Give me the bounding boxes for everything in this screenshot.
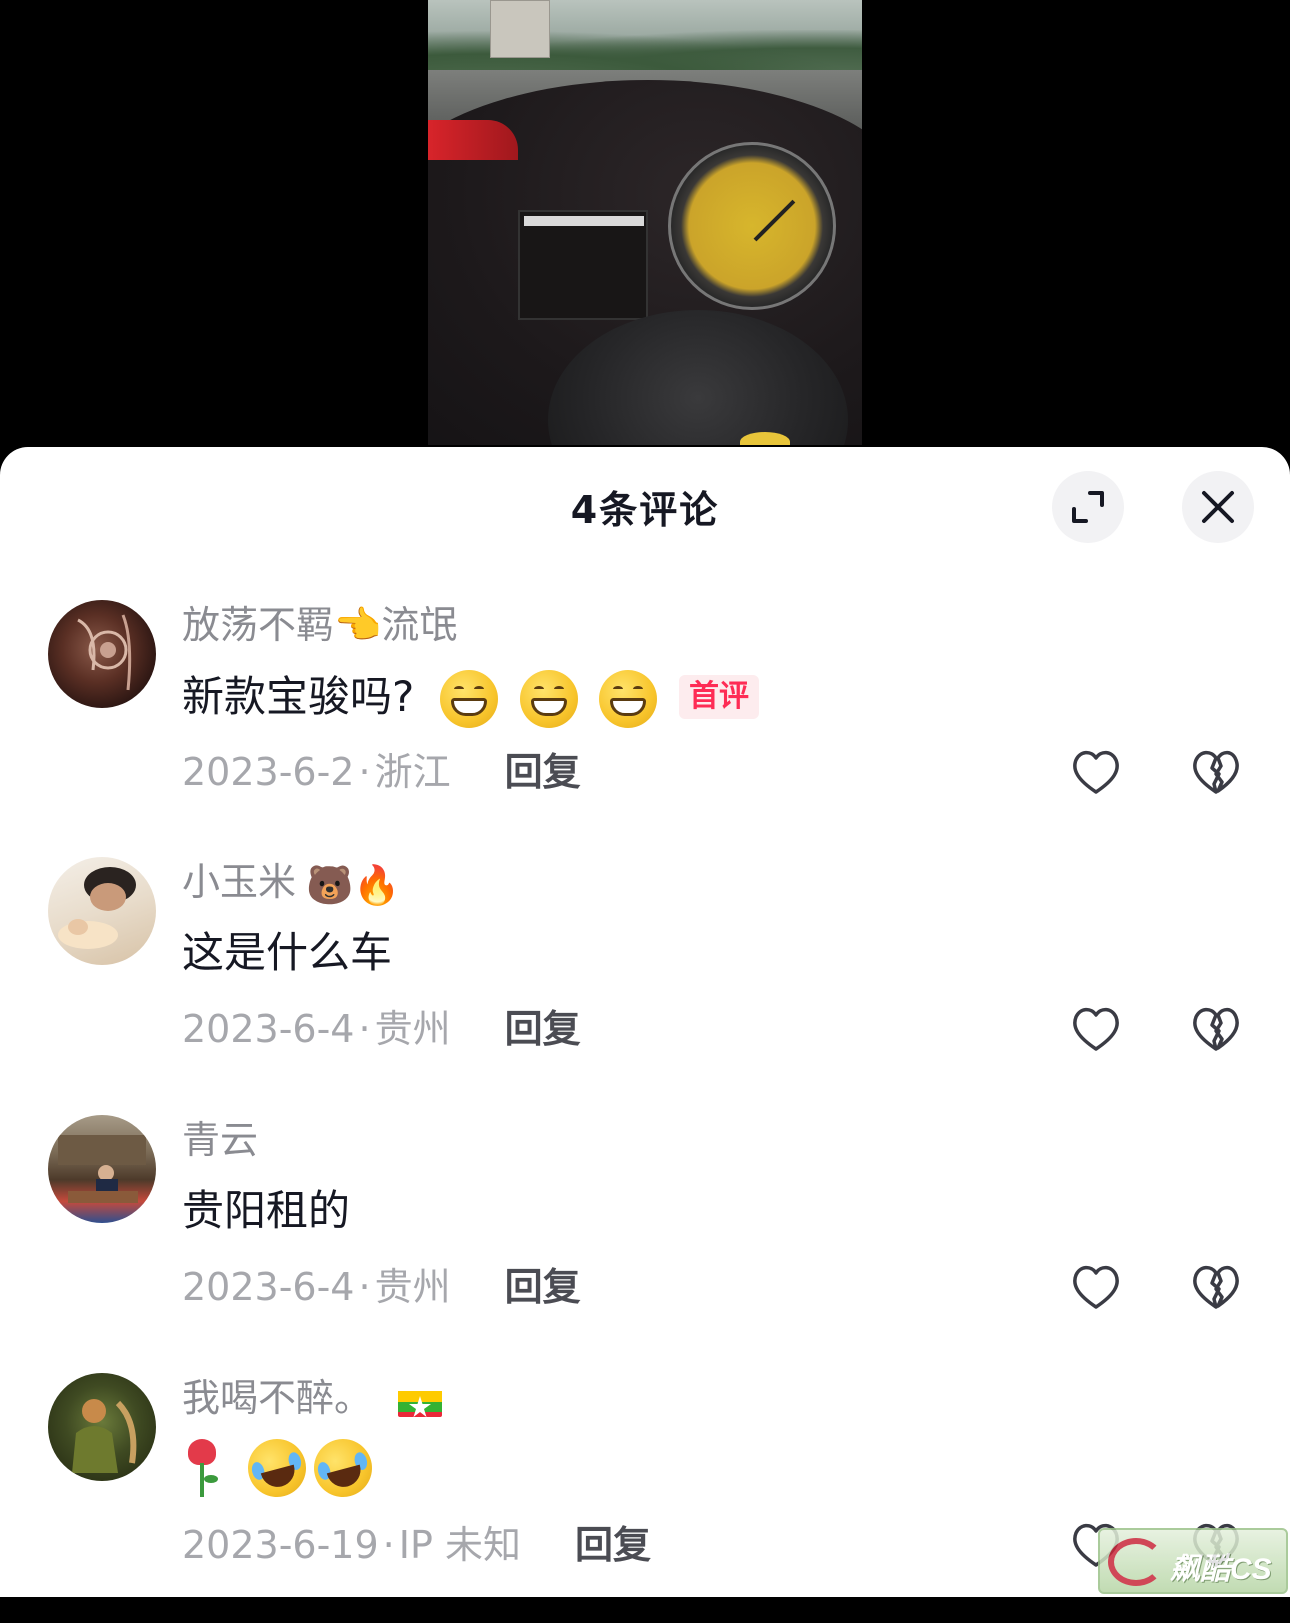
grin-emoji	[519, 669, 578, 728]
comment-date: 2023-6-4	[182, 1007, 355, 1051]
reply-button[interactable]: 回复	[505, 999, 581, 1059]
video-dash-screen	[518, 210, 648, 320]
comment-location: 贵州	[374, 1007, 451, 1051]
comment-username-text: 小玉米	[182, 860, 297, 904]
avatar-hand-tattoo-art	[77, 614, 132, 691]
comment-username[interactable]: 放荡不羁👈流氓	[182, 600, 457, 650]
broken-heart-icon	[1193, 1007, 1239, 1051]
comment-text	[182, 1432, 379, 1504]
dislike-button[interactable]	[1188, 744, 1244, 800]
comment-text: 贵阳租的	[182, 1186, 351, 1235]
reply-button[interactable]: 回复	[505, 1257, 581, 1317]
comment-location: 浙江	[374, 750, 451, 794]
comment-date: 2023-6-2	[182, 750, 355, 794]
meta-separator: ·	[358, 1265, 371, 1309]
heart-icon	[1073, 1265, 1119, 1309]
comment-username[interactable]: 小玉米 🐻🔥	[182, 857, 401, 910]
avatar-photo	[58, 867, 136, 949]
comment-text: 新款宝骏吗? 首评	[182, 666, 760, 728]
avatar[interactable]	[48, 1115, 156, 1223]
video-wheel-logo	[740, 432, 790, 445]
comment-date: 2023-6-4	[182, 1265, 355, 1309]
avatar[interactable]	[48, 1373, 156, 1481]
comment-item: 青云 贵阳租的 2023-6-4 · 贵州 回复	[0, 1115, 1290, 1365]
comment-location: 贵州	[374, 1265, 451, 1309]
reply-button[interactable]: 回复	[505, 742, 581, 802]
comment-text-body: 新款宝骏吗?	[182, 671, 415, 721]
grin-emoji	[599, 669, 658, 728]
avatar[interactable]	[48, 857, 156, 965]
video-tachometer	[668, 142, 836, 310]
close-button[interactable]	[1182, 471, 1254, 543]
heart-icon	[1073, 1007, 1119, 1051]
video-player[interactable]	[428, 0, 862, 445]
reply-button[interactable]: 回复	[575, 1515, 651, 1575]
expand-icon	[1072, 491, 1104, 523]
comment-item: 放荡不羁👈流氓 新款宝骏吗? 首评 2023-6-2 · 浙江 回复	[0, 600, 1290, 850]
grin-emoji	[440, 669, 499, 728]
comment-meta: 2023-6-2 · 浙江 回复	[182, 742, 581, 802]
broken-heart-icon	[1193, 1265, 1239, 1309]
video-building	[490, 0, 550, 58]
like-button[interactable]	[1068, 1259, 1124, 1315]
video-car-body	[428, 120, 518, 160]
comment-meta: 2023-6-4 · 贵州 回复	[182, 999, 581, 1059]
comment-username[interactable]: 我喝不醉。	[182, 1373, 443, 1423]
comment-username[interactable]: 青云	[182, 1115, 258, 1165]
avatar[interactable]	[48, 600, 156, 708]
close-icon	[1202, 491, 1234, 523]
grin-emoji-group	[440, 666, 665, 728]
expand-button[interactable]	[1052, 471, 1124, 543]
watermark-swoosh-icon	[1108, 1538, 1164, 1586]
dislike-button[interactable]	[1188, 1259, 1244, 1315]
comment-location: IP 未知	[398, 1523, 521, 1567]
comment-meta: 2023-6-4 · 贵州 回复	[182, 1257, 581, 1317]
meta-separator: ·	[382, 1523, 395, 1567]
rose-emoji	[182, 1439, 222, 1497]
comment-sheet: 4条评论 放荡不羁👈流氓 新款宝骏吗? 首评 2023-6-2 · 浙江 回复 …	[0, 447, 1290, 1597]
myanmar-flag-icon	[398, 1385, 443, 1417]
comment-item: 我喝不醉。 2023-6-19 · IP 未知 回复	[0, 1373, 1290, 1623]
dislike-button[interactable]	[1188, 1001, 1244, 1057]
meta-separator: ·	[358, 1007, 371, 1051]
watermark-text: 飙酷CS	[1170, 1553, 1272, 1586]
video-background	[0, 0, 1290, 460]
like-button[interactable]	[1068, 1001, 1124, 1057]
comment-item: 小玉米 🐻🔥 这是什么车 2023-6-4 · 贵州 回复	[0, 857, 1290, 1107]
first-comment-badge: 首评	[679, 674, 760, 719]
comment-text: 这是什么车	[182, 928, 393, 977]
avatar-photo	[72, 1399, 137, 1473]
site-watermark-logo: 飙酷CS	[1098, 1528, 1288, 1594]
comment-username-text: 我喝不醉。	[182, 1376, 373, 1420]
laugh-cry-emoji	[307, 1432, 379, 1504]
avatar-photo	[58, 1135, 146, 1203]
heart-icon	[1073, 750, 1119, 794]
comment-date: 2023-6-19	[182, 1523, 379, 1567]
like-button[interactable]	[1068, 744, 1124, 800]
meta-separator: ·	[358, 750, 371, 794]
bear-fire-emoji: 🐻🔥	[306, 862, 401, 907]
broken-heart-icon	[1193, 750, 1239, 794]
comment-meta: 2023-6-19 · IP 未知 回复	[182, 1515, 651, 1575]
laugh-cry-emoji	[241, 1432, 313, 1504]
